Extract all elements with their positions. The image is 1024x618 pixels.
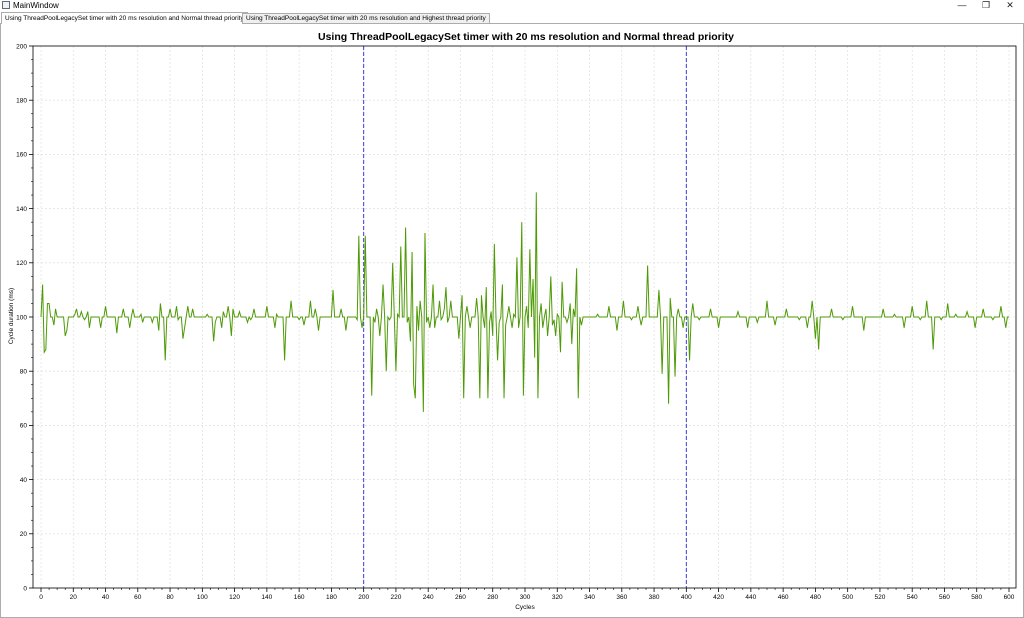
y-tick-label: 120 — [16, 260, 27, 267]
x-tick-label: 100 — [197, 594, 208, 601]
x-axis-label: Cycles — [515, 604, 535, 611]
y-tick-label: 140 — [16, 206, 27, 213]
x-tick-label: 600 — [1004, 594, 1015, 601]
y-axis-ticks: 0 20 40 60 80 100 120 140 160 180 200 — [16, 43, 33, 592]
y-tick-label: 160 — [16, 152, 27, 159]
x-tick-label: 60 — [134, 594, 142, 601]
x-tick-label: 80 — [166, 594, 174, 601]
y-tick-label: 0 — [23, 585, 27, 592]
x-tick-label: 500 — [842, 594, 853, 601]
x-tick-label: 460 — [778, 594, 789, 601]
x-tick-label: 440 — [745, 594, 756, 601]
x-tick-label: 180 — [326, 594, 337, 601]
cycle-duration-chart: Using ThreadPoolLegacySet timer with 20 … — [8, 31, 1017, 611]
x-tick-label: 140 — [261, 594, 272, 601]
y-tick-label: 100 — [16, 314, 27, 321]
x-tick-label: 340 — [584, 594, 595, 601]
x-axis-ticks: 0 20 40 60 80 100 120 140 160 180 200 220 240 260 280 3… — [39, 588, 1015, 601]
y-tick-label: 60 — [20, 423, 28, 430]
x-tick-label: 380 — [649, 594, 660, 601]
x-tick-label: 540 — [907, 594, 918, 601]
x-tick-label: 480 — [810, 594, 821, 601]
x-tick-label: 300 — [520, 594, 531, 601]
y-axis-label: Cycle duration (ms) — [8, 288, 15, 344]
x-tick-label: 220 — [391, 594, 402, 601]
x-tick-label: 160 — [294, 594, 305, 601]
x-tick-label: 320 — [552, 594, 563, 601]
x-tick-label: 0 — [39, 594, 43, 601]
x-tick-label: 580 — [971, 594, 982, 601]
x-tick-label: 520 — [875, 594, 886, 601]
chart-title: Using ThreadPoolLegacySet timer with 20 … — [318, 31, 734, 43]
main-window: MainWindow — ❐ ✕ Using ThreadPoolLegacyS… — [0, 0, 1024, 618]
y-tick-label: 80 — [20, 369, 28, 376]
x-tick-label: 20 — [70, 594, 78, 601]
x-tick-label: 420 — [713, 594, 724, 601]
y-tick-label: 180 — [16, 98, 27, 105]
y-tick-label: 40 — [20, 477, 28, 484]
x-tick-label: 240 — [423, 594, 434, 601]
y-tick-label: 20 — [20, 531, 28, 538]
x-tick-label: 360 — [616, 594, 627, 601]
x-tick-label: 400 — [681, 594, 692, 601]
x-tick-label: 120 — [229, 594, 240, 601]
x-tick-label: 560 — [939, 594, 950, 601]
x-tick-label: 280 — [487, 594, 498, 601]
x-tick-label: 260 — [455, 594, 466, 601]
x-tick-label: 200 — [358, 594, 369, 601]
x-tick-label: 40 — [102, 594, 110, 601]
y-tick-label: 200 — [16, 43, 27, 50]
